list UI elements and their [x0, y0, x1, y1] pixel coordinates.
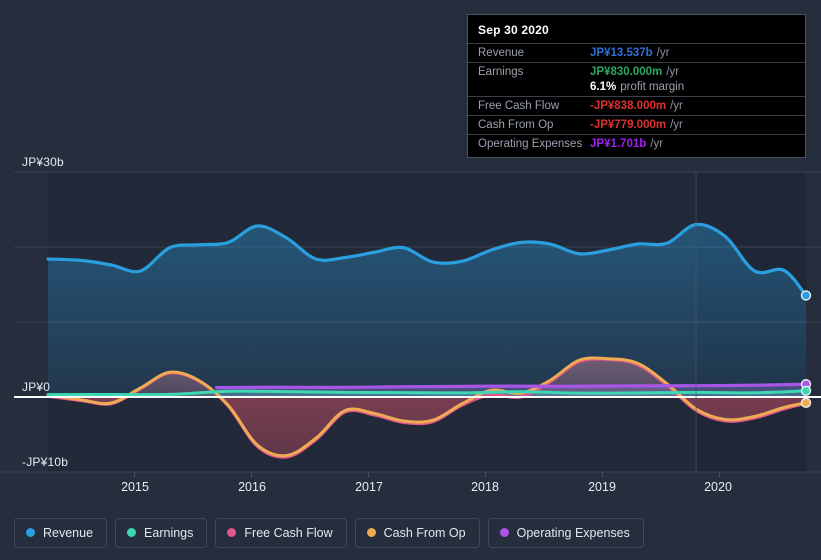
tooltip-row-earnings: Earnings JP¥830.000m /yr: [468, 62, 805, 81]
x-axis-label-2017: 2017: [355, 480, 383, 494]
x-axis-label-2018: 2018: [471, 480, 499, 494]
tooltip-text-profit-margin: profit margin: [620, 81, 685, 93]
tooltip-label-free-cash-flow: Free Cash Flow: [478, 100, 560, 112]
tooltip-value-earnings: JP¥830.000m: [590, 66, 663, 78]
x-axis-label-2020: 2020: [704, 480, 732, 494]
y-axis-label-0: JP¥0: [22, 380, 51, 394]
tooltip-unit-revenue: /yr: [656, 47, 670, 59]
tooltip-label-operating-expenses: Operating Expenses: [478, 138, 583, 150]
tooltip-label-revenue: Revenue: [478, 47, 525, 59]
tooltip-value-free-cash-flow: -JP¥838.000m: [590, 100, 667, 112]
tooltip-date: Sep 30 2020: [478, 23, 549, 37]
legend-dot-operating-expenses: [499, 528, 509, 537]
x-axis-label-2015: 2015: [121, 480, 149, 494]
tooltip-row-operating-expenses: Operating Expenses JP¥1.701b /yr: [468, 134, 805, 153]
legend-item-revenue[interactable]: Revenue: [14, 517, 108, 548]
tooltip-value-cash-from-op: -JP¥779.000m: [590, 119, 667, 131]
legend-label-cash-from-op: Cash From Op: [383, 525, 466, 540]
chart-legend: Revenue Earnings Free Cash Flow Cash Fro…: [0, 505, 821, 560]
y-axis-label-30b: JP¥30b: [22, 155, 64, 169]
legend-dot-revenue: [26, 528, 35, 537]
x-axis-label-2019: 2019: [588, 480, 616, 494]
tooltip-unit-operating-expenses: /yr: [650, 138, 664, 150]
tooltip-row-free-cash-flow: Free Cash Flow -JP¥838.000m /yr: [468, 96, 805, 115]
tooltip-value-operating-expenses: JP¥1.701b: [590, 138, 647, 150]
tooltip-unit-earnings: /yr: [666, 66, 680, 78]
tooltip-unit-free-cash-flow: /yr: [670, 100, 683, 112]
tooltip-row-profit-margin: 6.1% profit margin: [468, 81, 805, 96]
legend-dot-free-cash-flow: [227, 528, 237, 537]
tooltip-row-cash-from-op: Cash From Op -JP¥779.000m /yr: [468, 115, 805, 134]
tooltip-unit-cash-from-op: /yr: [670, 119, 683, 131]
tooltip-row-revenue: Revenue JP¥13.537b /yr: [468, 43, 805, 62]
legend-item-free-cash-flow[interactable]: Free Cash Flow: [215, 517, 347, 548]
financial-chart-widget: JP¥30b JP¥0 -JP¥10b 2015 2016 2017 2018 …: [0, 0, 821, 560]
chart-tooltip: Sep 30 2020 Revenue JP¥13.537b /yr Earni…: [467, 14, 806, 158]
legend-label-operating-expenses: Operating Expenses: [516, 525, 630, 540]
legend-item-earnings[interactable]: Earnings: [115, 517, 208, 548]
tooltip-value-revenue: JP¥13.537b: [590, 47, 653, 59]
tooltip-value-profit-margin: 6.1%: [590, 81, 617, 93]
y-axis-label-neg10b: -JP¥10b: [22, 455, 69, 469]
legend-label-free-cash-flow: Free Cash Flow: [244, 525, 333, 540]
legend-item-operating-expenses[interactable]: Operating Expenses: [487, 517, 644, 548]
tooltip-label-cash-from-op: Cash From Op: [478, 119, 554, 131]
legend-label-earnings: Earnings: [144, 525, 194, 540]
x-axis-label-2016: 2016: [238, 480, 266, 494]
legend-dot-earnings: [127, 528, 137, 537]
legend-label-revenue: Revenue: [43, 525, 94, 540]
legend-item-cash-from-op[interactable]: Cash From Op: [354, 517, 480, 548]
tooltip-label-earnings: Earnings: [478, 66, 524, 78]
legend-dot-cash-from-op: [366, 528, 376, 537]
